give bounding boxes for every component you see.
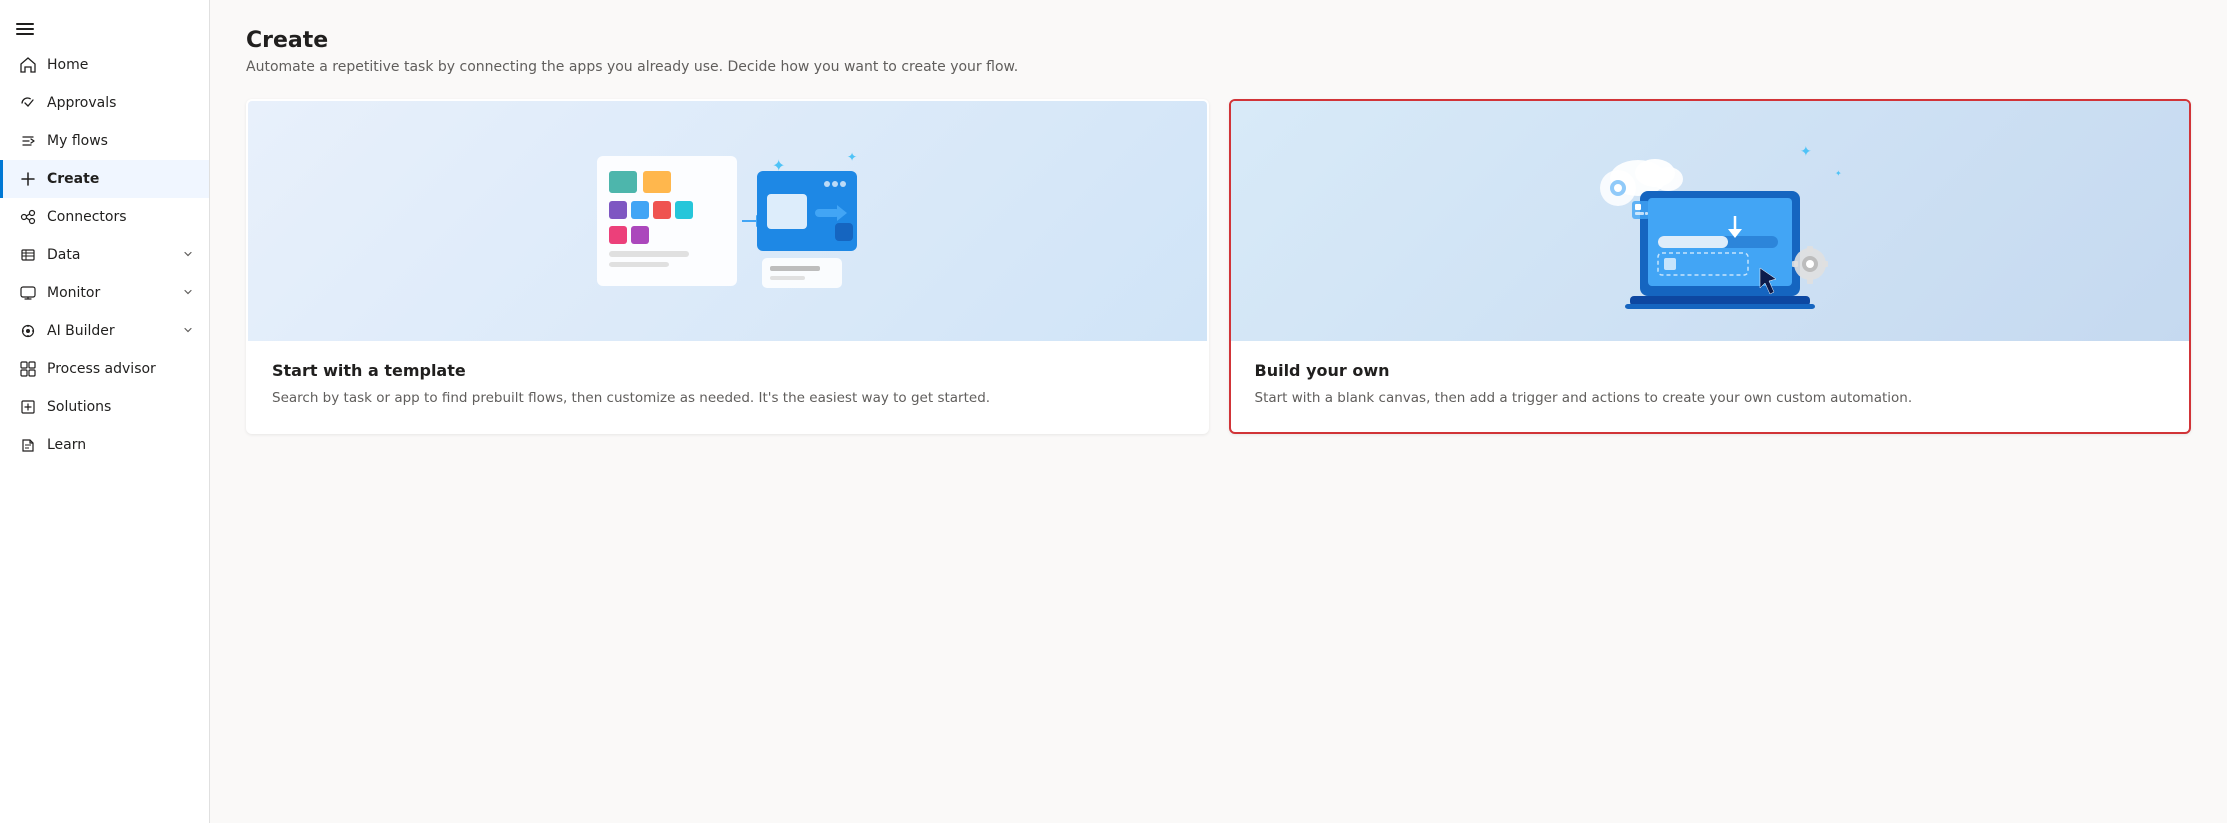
solutions-icon — [19, 398, 37, 416]
template-illustration: ✦ ✦ ✦ — [248, 101, 1207, 341]
hamburger-line — [16, 28, 34, 30]
sidebar-item-connectors[interactable]: Connectors — [0, 198, 209, 236]
template-card-desc: Search by task or app to find prebuilt f… — [272, 388, 1183, 408]
sidebar-item-label-home: Home — [47, 57, 193, 73]
page-title: Create — [246, 28, 2191, 53]
sidebar-item-learn[interactable]: Learn — [0, 426, 209, 464]
sidebar: Home Approvals My flows Create Connectors Dat… — [0, 0, 210, 823]
svg-text:✦: ✦ — [1800, 144, 1812, 160]
main-content: Create Automate a repetitive task by con… — [210, 0, 2227, 823]
hamburger-menu[interactable] — [0, 8, 209, 46]
sidebar-item-label-learn: Learn — [47, 437, 193, 453]
data-chevron-icon — [183, 249, 193, 262]
cards-container: ✦ ✦ ✦ — [246, 99, 2191, 434]
build-own-card[interactable]: ✦ ✦ — [1229, 99, 2192, 434]
build-own-card-content: Build your own Start with a blank canvas… — [1231, 341, 2190, 432]
sidebar-item-create[interactable]: Create — [0, 160, 209, 198]
monitor-icon — [19, 284, 37, 302]
sidebar-item-process-advisor[interactable]: Process advisor — [0, 350, 209, 388]
build-own-card-desc: Start with a blank canvas, then add a tr… — [1255, 388, 2166, 408]
home-icon — [19, 56, 37, 74]
connectors-icon — [19, 208, 37, 226]
sidebar-item-home[interactable]: Home — [0, 46, 209, 84]
sidebar-item-label-solutions: Solutions — [47, 399, 193, 415]
sidebar-item-label-my-flows: My flows — [47, 133, 193, 149]
svg-text:✦: ✦ — [1835, 169, 1842, 178]
hamburger-line — [16, 23, 34, 25]
hamburger-line — [16, 33, 34, 35]
template-card-title: Start with a template — [272, 361, 1183, 380]
ai-builder-chevron-icon — [183, 325, 193, 338]
my-flows-icon — [19, 132, 37, 150]
monitor-chevron-icon — [183, 287, 193, 300]
create-icon — [19, 170, 37, 188]
template-card-content: Start with a template Search by task or … — [248, 341, 1207, 432]
sidebar-item-label-approvals: Approvals — [47, 95, 193, 111]
build-own-illustration: ✦ ✦ — [1231, 101, 2190, 341]
page-subtitle: Automate a repetitive task by connecting… — [246, 59, 2191, 75]
sidebar-item-solutions[interactable]: Solutions — [0, 388, 209, 426]
build-own-svg: ✦ ✦ — [1550, 116, 1870, 326]
sidebar-item-label-create: Create — [47, 171, 193, 187]
sidebar-item-label-connectors: Connectors — [47, 209, 193, 225]
template-svg: ✦ ✦ ✦ — [567, 116, 887, 326]
approvals-icon — [19, 94, 37, 112]
svg-text:✦: ✦ — [847, 150, 857, 164]
ai-builder-icon — [19, 322, 37, 340]
template-card[interactable]: ✦ ✦ ✦ — [246, 99, 1209, 434]
sidebar-nav: Home Approvals My flows Create Connectors Dat… — [0, 46, 209, 464]
process-advisor-icon — [19, 360, 37, 378]
sidebar-item-approvals[interactable]: Approvals — [0, 84, 209, 122]
data-icon — [19, 246, 37, 264]
sidebar-item-label-process-advisor: Process advisor — [47, 361, 193, 377]
sidebar-item-monitor[interactable]: Monitor — [0, 274, 209, 312]
sidebar-item-ai-builder[interactable]: AI Builder — [0, 312, 209, 350]
learn-icon — [19, 436, 37, 454]
build-own-card-title: Build your own — [1255, 361, 2166, 380]
sidebar-item-label-data: Data — [47, 247, 173, 263]
sidebar-item-label-monitor: Monitor — [47, 285, 173, 301]
sidebar-item-label-ai-builder: AI Builder — [47, 323, 173, 339]
sidebar-item-my-flows[interactable]: My flows — [0, 122, 209, 160]
sidebar-item-data[interactable]: Data — [0, 236, 209, 274]
